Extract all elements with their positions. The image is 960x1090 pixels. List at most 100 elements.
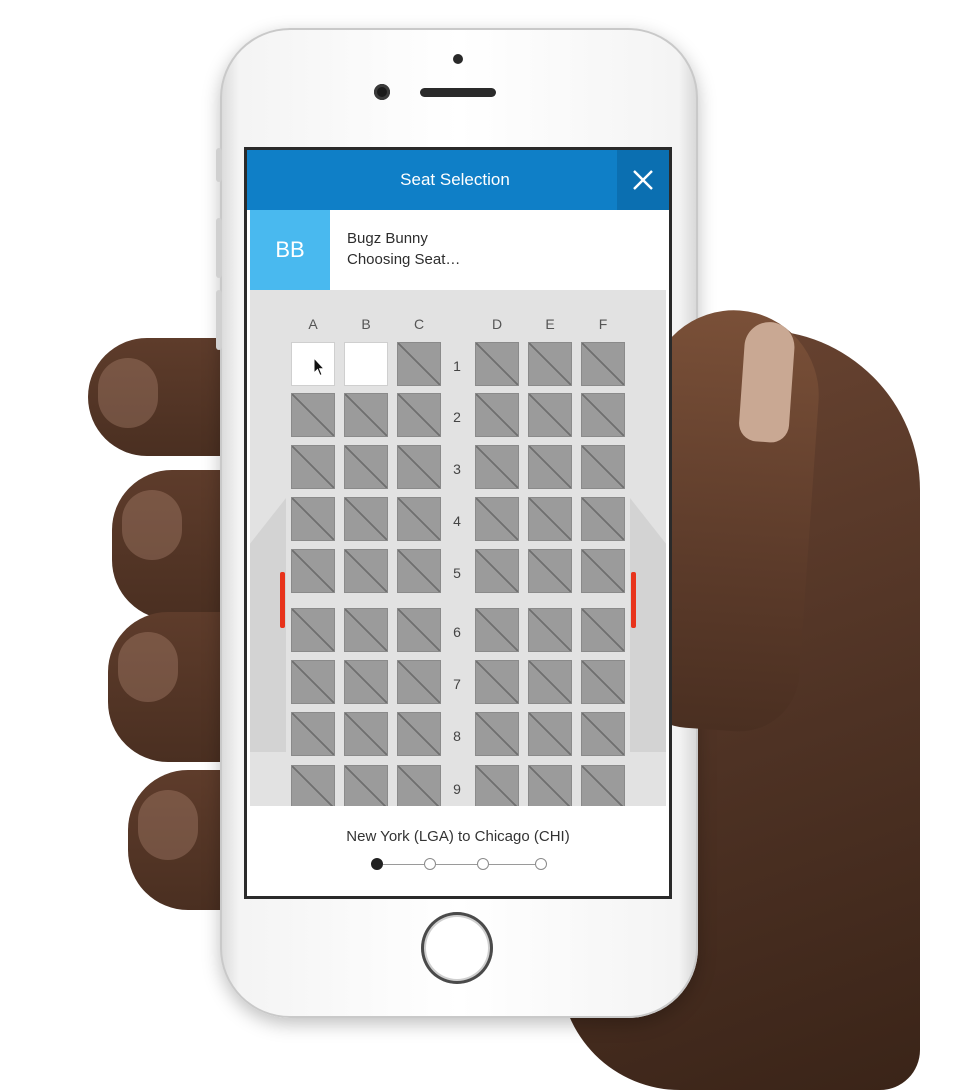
seat-unavailable[interactable] [528,660,572,704]
seat-unavailable[interactable] [291,608,335,652]
seat-unavailable[interactable] [291,712,335,756]
step-connector [436,864,477,865]
seat-map: A B C D E F 1 2 3 4 5 6 7 8 9 [250,290,666,806]
column-label: A [308,316,318,332]
home-button[interactable] [421,912,493,984]
avatar: BB [250,210,330,290]
seat-unavailable[interactable] [581,608,625,652]
seat-unavailable[interactable] [475,765,519,806]
seat-unavailable[interactable] [581,393,625,437]
seat-unavailable[interactable] [397,342,441,386]
seat-unavailable[interactable] [397,660,441,704]
passenger-status: Choosing Seat… [347,251,461,268]
close-icon [633,170,653,190]
seat-unavailable[interactable] [475,660,519,704]
seat-unavailable[interactable] [475,549,519,593]
seat-unavailable[interactable] [528,765,572,806]
seat-unavailable[interactable] [475,712,519,756]
proximity-sensor [453,54,463,64]
passenger-name: Bugz Bunny [347,230,428,247]
row-number: 4 [453,513,461,529]
seat-unavailable[interactable] [397,765,441,806]
passenger-header: BB Bugz Bunny Choosing Seat… [247,210,669,290]
seat-unavailable[interactable] [581,497,625,541]
volume-down-button [216,290,222,350]
seat-unavailable[interactable] [475,342,519,386]
step-connector [383,864,424,865]
seat-unavailable[interactable] [344,445,388,489]
seat-unavailable[interactable] [475,608,519,652]
seat-unavailable[interactable] [344,393,388,437]
close-button[interactable] [617,150,669,210]
seat-unavailable[interactable] [475,497,519,541]
seat-unavailable[interactable] [528,342,572,386]
front-camera [374,84,390,100]
seat-unavailable[interactable] [528,608,572,652]
seat-unavailable[interactable] [291,765,335,806]
page-title: Seat Selection [400,170,510,189]
column-label: F [598,316,608,332]
seat-unavailable[interactable] [581,342,625,386]
seat-unavailable[interactable] [475,393,519,437]
seat-unavailable[interactable] [397,608,441,652]
step-dot[interactable] [424,858,436,870]
seat-unavailable[interactable] [528,497,572,541]
route-label: New York (LGA) to Chicago (CHI) [346,828,570,845]
row-number: 5 [453,565,461,581]
seat-unavailable[interactable] [291,393,335,437]
seat-unavailable[interactable] [581,712,625,756]
seat-unavailable[interactable] [291,445,335,489]
row-number: 1 [453,358,461,374]
row-number: 7 [453,676,461,692]
step-connector [489,864,535,865]
step-indicator [371,858,547,872]
column-label: E [545,316,555,332]
row-number: 2 [453,409,461,425]
seat-unavailable[interactable] [344,549,388,593]
exit-row-marker-right [631,572,636,628]
mute-switch [216,148,222,182]
seat-unavailable[interactable] [581,549,625,593]
seat-unavailable[interactable] [291,660,335,704]
row-number: 8 [453,728,461,744]
seat-available[interactable] [344,342,388,386]
seat-unavailable[interactable] [344,497,388,541]
seat-unavailable[interactable] [291,549,335,593]
footer: New York (LGA) to Chicago (CHI) [247,806,669,896]
seat-unavailable[interactable] [528,393,572,437]
column-label: B [361,316,371,332]
step-dot[interactable] [535,858,547,870]
earpiece-speaker [420,88,496,97]
seat-unavailable[interactable] [397,393,441,437]
pointer-cursor-icon [313,357,325,377]
step-dot[interactable] [477,858,489,870]
seat-available[interactable] [291,342,335,386]
seat-unavailable[interactable] [581,765,625,806]
seat-unavailable[interactable] [397,549,441,593]
seat-unavailable[interactable] [344,660,388,704]
volume-up-button [216,218,222,278]
row-number: 6 [453,624,461,640]
thumb-nail [737,320,797,444]
seat-unavailable[interactable] [344,608,388,652]
seat-unavailable[interactable] [528,549,572,593]
row-number: 3 [453,461,461,477]
seat-unavailable[interactable] [397,712,441,756]
seat-unavailable[interactable] [344,712,388,756]
seat-unavailable[interactable] [528,445,572,489]
column-label: C [413,316,425,332]
step-dot[interactable] [371,858,383,870]
seat-unavailable[interactable] [581,445,625,489]
seat-unavailable[interactable] [397,497,441,541]
seat-unavailable[interactable] [528,712,572,756]
seat-unavailable[interactable] [344,765,388,806]
seat-unavailable[interactable] [581,660,625,704]
app-header: Seat Selection [247,150,669,210]
column-label: D [491,316,503,332]
row-number: 9 [453,781,461,797]
seat-unavailable[interactable] [291,497,335,541]
seat-unavailable[interactable] [475,445,519,489]
exit-row-marker-left [280,572,285,628]
seat-unavailable[interactable] [397,445,441,489]
app-screen: Seat Selection BB Bugz Bunny Choosing Se… [247,150,669,896]
